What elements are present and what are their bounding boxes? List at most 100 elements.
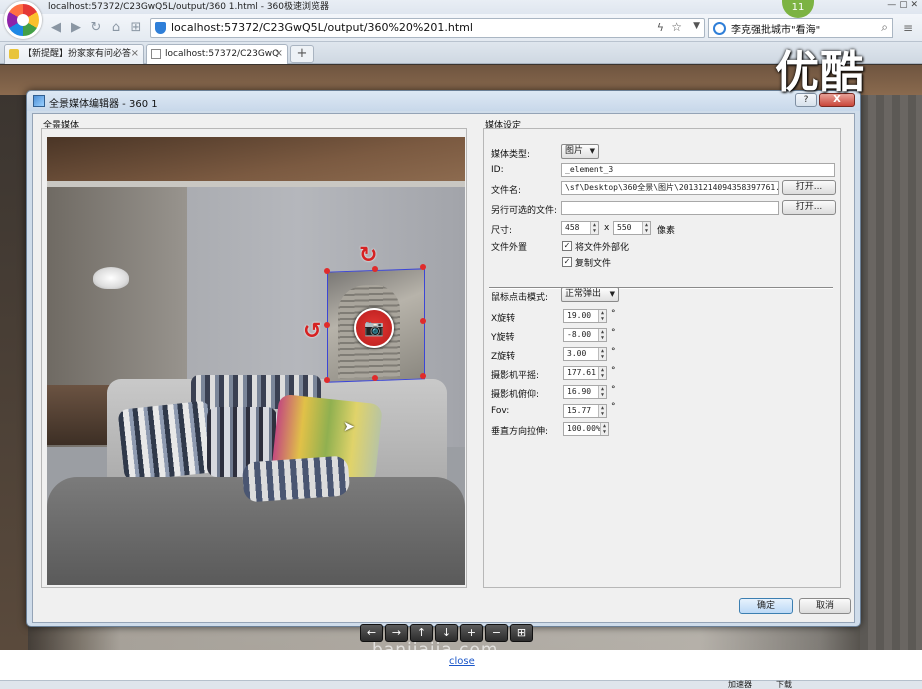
browser-statusbar: 加速器 下载 (0, 680, 922, 689)
stepper-arrows-icon[interactable]: ▲ ▼ (598, 367, 606, 379)
vertical-stretch-stepper[interactable]: 100.00% ▲ ▼ (563, 422, 609, 436)
tab-localhost[interactable]: localhost:57372/C23GwQ × (146, 44, 288, 64)
rotate-icon[interactable]: ↺ (303, 319, 321, 344)
tab-label: 【新提醒】扮家家有问必答 (23, 49, 132, 59)
height-stepper[interactable]: 550 ▲ ▼ (613, 221, 651, 235)
height-value: 550 (617, 223, 632, 232)
resize-handle[interactable] (324, 268, 330, 274)
grid-icon[interactable]: ⊞ (128, 20, 144, 36)
size-unit: 像素 (657, 226, 676, 236)
open-file-button[interactable]: 打开... (782, 180, 836, 195)
alt-file-label: 另行可选的文件: (491, 206, 558, 216)
panorama-right-wall (860, 95, 922, 650)
search-icon[interactable]: ⌕ (881, 20, 888, 35)
panorama-preview[interactable]: ↻ ↺ 📷 ➤ (47, 137, 465, 585)
refresh-icon[interactable]: ↻ (88, 20, 104, 36)
home-icon[interactable]: ⌂ (108, 20, 124, 36)
camera-icon[interactable]: 📷 (354, 308, 394, 348)
back-icon[interactable]: ◀ (48, 20, 64, 36)
accelerator-label[interactable]: 加速器 (728, 681, 752, 689)
externalize-checkbox[interactable]: ✓ (562, 241, 572, 251)
rotate-icon[interactable]: ↻ (359, 243, 377, 268)
filename-field[interactable]: \sf\Desktop\360全景\图片\2013121409435839776… (561, 181, 779, 195)
tab-label: localhost:57372/C23GwQ (165, 49, 280, 59)
externalize-label: 将文件外部化 (575, 243, 630, 253)
ok-button[interactable]: 确定 (739, 598, 793, 614)
close-icon[interactable]: × (131, 45, 139, 63)
degree-unit: ° (611, 328, 616, 338)
id-field[interactable]: _element_3 (561, 163, 835, 177)
resize-handle[interactable] (420, 373, 426, 379)
alt-file-field[interactable] (561, 201, 779, 215)
stepper-arrows-icon[interactable]: ▲ ▼ (600, 423, 608, 435)
star-icon[interactable]: ☆ (671, 20, 682, 34)
mouse-mode-select[interactable]: 正常弹出 ▼ (561, 287, 619, 302)
search-input[interactable]: 李克强批城市"看海" ⌕ (708, 18, 893, 38)
stepper-arrows-icon[interactable]: ▲ ▼ (598, 386, 606, 398)
media-type-value: 图片 (565, 146, 584, 156)
search-text[interactable]: 李克强批城市"看海" (731, 21, 820, 36)
degree-unit: ° (611, 385, 616, 395)
chevron-down-icon[interactable]: ▼ (693, 21, 700, 31)
resize-handle[interactable] (324, 322, 330, 328)
stepper-arrows-icon[interactable]: ▲ ▼ (642, 222, 650, 234)
width-value: 458 (565, 223, 580, 232)
close-icon[interactable]: × (275, 45, 283, 63)
resize-handle[interactable] (420, 264, 426, 270)
vertical-stretch-label: 垂直方向拉伸: (491, 427, 549, 437)
preview-pillow (241, 455, 351, 503)
site-watermark: banjiajia.com (372, 640, 499, 660)
stepper-arrows-icon[interactable]: ▲ ▼ (598, 405, 606, 417)
search-engine-icon (713, 22, 726, 35)
separator (489, 287, 833, 289)
cancel-button[interactable]: 取消 (799, 598, 851, 614)
z-rotation-value: 3.00 (567, 349, 587, 358)
mouse-mode-label: 鼠标点击模式: (491, 293, 549, 303)
stepper-arrows-icon[interactable]: ▲ ▼ (590, 222, 598, 234)
media-editor-dialog: 全景媒体编辑器 - 360 1 ? X 全景媒体 媒体设定 ↻ ↺ 📷 ➤ 媒体… (26, 90, 861, 627)
browser-logo-icon[interactable] (4, 1, 42, 39)
dialog-titlebar[interactable]: 全景媒体编辑器 - 360 1 ? X (27, 91, 860, 111)
open-alt-file-button[interactable]: 打开... (782, 200, 836, 215)
resize-handle[interactable] (372, 375, 378, 381)
y-rotation-value: -8.00 (567, 330, 592, 339)
resize-handle[interactable] (420, 318, 426, 324)
camera-pan-stepper[interactable]: 177.61 ▲ ▼ (563, 366, 607, 380)
new-tab-button[interactable]: + (290, 45, 314, 63)
mouse-mode-value: 正常弹出 (565, 289, 602, 299)
tab-forum[interactable]: 【新提醒】扮家家有问必答 × (4, 44, 144, 64)
fov-value: 15.77 (567, 406, 592, 415)
degree-unit: ° (611, 366, 616, 376)
lightning-icon[interactable]: ϟ (657, 21, 664, 34)
stepper-arrows-icon[interactable]: ▲ ▼ (598, 348, 606, 360)
z-rotation-stepper[interactable]: 3.00 ▲ ▼ (563, 347, 607, 361)
width-stepper[interactable]: 458 ▲ ▼ (561, 221, 599, 235)
x-rotation-stepper[interactable]: 19.00 ▲ ▼ (563, 309, 607, 323)
download-label[interactable]: 下载 (776, 681, 792, 689)
fov-stepper[interactable]: 15.77 ▲ ▼ (563, 404, 607, 418)
address-url[interactable]: localhost:57372/C23GwQ5L/output/360%20%2… (171, 21, 473, 34)
file-external-label: 文件外置 (491, 243, 528, 253)
media-type-select[interactable]: 图片 ▼ (561, 144, 599, 159)
stepper-arrows-icon[interactable]: ▲ ▼ (598, 310, 606, 322)
stepper-arrows-icon[interactable]: ▲ ▼ (598, 329, 606, 341)
panorama-left-wall (0, 95, 28, 650)
chevron-down-icon: ▼ (589, 147, 595, 155)
dialog-body: 全景媒体 媒体设定 ↻ ↺ 📷 ➤ 媒体类型: 图片 ▼ ID: _elemen… (32, 113, 855, 623)
y-rotation-stepper[interactable]: -8.00 ▲ ▼ (563, 328, 607, 342)
x-rotation-label: X旋转 (491, 314, 516, 324)
preview-lamp (93, 267, 129, 289)
fullscreen-button[interactable]: ⊞ (510, 624, 533, 642)
address-bar[interactable]: localhost:57372/C23GwQ5L/output/360%20%2… (150, 18, 705, 38)
window-controls[interactable]: — ▢ ✕ (830, 0, 922, 14)
forward-icon[interactable]: ▶ (68, 20, 84, 36)
degree-unit: ° (611, 347, 616, 357)
shield-icon (155, 22, 166, 34)
copy-file-checkbox[interactable]: ✓ (562, 257, 572, 267)
resize-handle[interactable] (324, 377, 330, 383)
camera-tilt-stepper[interactable]: 16.90 ▲ ▼ (563, 385, 607, 399)
camera-pan-label: 摄影机平摇: (491, 371, 540, 381)
id-label: ID: (491, 165, 504, 175)
menu-icon[interactable]: ≡ (898, 18, 918, 38)
camera-tilt-value: 16.90 (567, 387, 592, 396)
